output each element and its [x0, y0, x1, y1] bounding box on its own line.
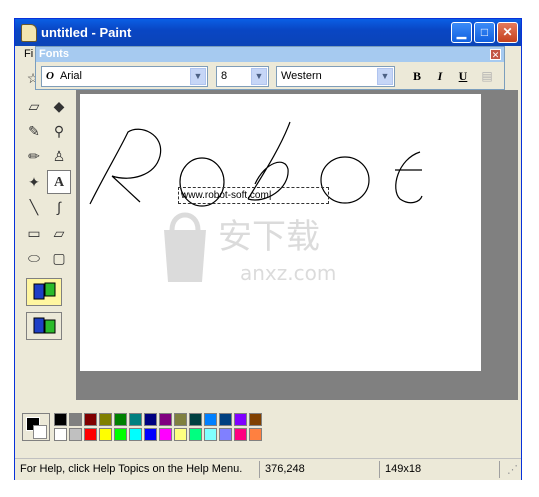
- rectangle-icon[interactable]: ▭: [22, 221, 46, 245]
- palette-color-swatch[interactable]: [249, 413, 262, 426]
- palette-color-swatch[interactable]: [189, 428, 202, 441]
- eraser-icon[interactable]: ▱: [22, 94, 46, 118]
- close-button[interactable]: ✕: [497, 22, 518, 43]
- watermark-logo: 安下载 anxz.com: [150, 200, 380, 290]
- opentype-icon: O: [46, 70, 54, 82]
- palette-color-swatch[interactable]: [189, 413, 202, 426]
- palette-color-swatch[interactable]: [219, 413, 232, 426]
- color-palette: [18, 409, 518, 455]
- fill-bucket-icon[interactable]: ◆: [47, 94, 71, 118]
- polygon-icon[interactable]: ▱: [47, 221, 71, 245]
- palette-color-swatch[interactable]: [204, 413, 217, 426]
- font-name-dropdown[interactable]: O Arial ▼: [41, 66, 208, 87]
- fonts-close-icon[interactable]: ✕: [490, 49, 501, 60]
- palette-color-swatch[interactable]: [219, 428, 232, 441]
- bold-button[interactable]: B: [408, 68, 426, 84]
- palette-color-swatch[interactable]: [174, 428, 187, 441]
- palette-color-swatch[interactable]: [54, 413, 67, 426]
- palette-color-swatch[interactable]: [234, 413, 247, 426]
- title-bar[interactable]: untitled - Paint ▁ □ ✕: [15, 19, 521, 46]
- fonts-toolbar-title-bar[interactable]: Fonts ✕: [36, 47, 504, 62]
- palette-color-swatch[interactable]: [174, 413, 187, 426]
- watermark-subtext: anxz.com: [240, 261, 336, 285]
- palette-color-swatch[interactable]: [204, 428, 217, 441]
- window-title: untitled - Paint: [41, 25, 132, 40]
- status-bar: For Help, click Help Topics on the Help …: [15, 458, 521, 480]
- palette-color-swatch[interactable]: [84, 413, 97, 426]
- palette-color-swatch[interactable]: [54, 428, 67, 441]
- current-colors: [22, 413, 50, 441]
- palette-color-swatch[interactable]: [84, 428, 97, 441]
- palette-color-swatch[interactable]: [159, 428, 172, 441]
- palette-color-swatch[interactable]: [69, 413, 82, 426]
- status-divider: [259, 461, 260, 478]
- palette-color-swatch[interactable]: [114, 413, 127, 426]
- chevron-down-icon[interactable]: ▼: [190, 68, 206, 85]
- status-help-text: For Help, click Help Topics on the Help …: [20, 463, 243, 475]
- italic-button[interactable]: I: [431, 68, 449, 84]
- font-size-dropdown[interactable]: 8 ▼: [216, 66, 269, 87]
- curve-icon[interactable]: ∫: [47, 195, 71, 219]
- chevron-down-icon[interactable]: ▼: [251, 68, 267, 85]
- palette-color-swatch[interactable]: [129, 413, 142, 426]
- pick-color-icon[interactable]: ✎: [22, 119, 46, 143]
- ellipse-icon[interactable]: ⬭: [22, 246, 46, 270]
- line-icon[interactable]: ╲: [22, 195, 46, 219]
- chevron-down-icon[interactable]: ▼: [377, 68, 393, 85]
- status-coordinates: 376,248: [265, 463, 305, 475]
- maximize-button[interactable]: □: [474, 22, 495, 43]
- palette-color-swatch[interactable]: [144, 413, 157, 426]
- menu-file[interactable]: Fi: [24, 48, 33, 60]
- palette-color-swatch[interactable]: [99, 413, 112, 426]
- resize-grip-icon[interactable]: ⋰: [507, 463, 518, 476]
- script-value: Western: [281, 70, 322, 82]
- pencil-icon[interactable]: ✏: [22, 144, 46, 168]
- background-color-swatch[interactable]: [33, 425, 47, 439]
- status-selection-size: 149x18: [385, 463, 422, 475]
- vertical-text-icon: ▤: [481, 69, 493, 83]
- palette-color-swatch[interactable]: [249, 428, 262, 441]
- palette-color-swatch[interactable]: [114, 428, 127, 441]
- status-divider: [499, 461, 500, 478]
- palette-color-swatch[interactable]: [99, 428, 112, 441]
- palette-color-swatch[interactable]: [69, 428, 82, 441]
- watermark-text: 安下载: [218, 217, 320, 257]
- script-dropdown[interactable]: Western ▼: [276, 66, 395, 87]
- text-tool-icon[interactable]: A: [47, 170, 71, 194]
- airbrush-icon[interactable]: ✦: [22, 170, 46, 194]
- fonts-toolbar-title: Fonts: [39, 48, 69, 60]
- underline-button[interactable]: U: [454, 68, 472, 84]
- tool-box: ☆ ▱ ◆ ✎ ⚲ ✏ ♙ ✦ A ╲ ∫ ▭ ▱ ⬭ ▢: [18, 64, 72, 399]
- status-divider: [379, 461, 380, 478]
- font-name-value: Arial: [59, 70, 82, 82]
- minimize-button[interactable]: ▁: [451, 22, 472, 43]
- font-size-value: 8: [221, 70, 228, 82]
- opaque-background-option-icon[interactable]: [26, 278, 62, 306]
- fonts-toolbar: Fonts ✕ O Arial ▼ 8 ▼ Western ▼ B I U ▤: [35, 46, 505, 90]
- brush-icon[interactable]: ♙: [47, 144, 71, 168]
- magnifier-icon[interactable]: ⚲: [47, 119, 71, 143]
- palette-color-swatch[interactable]: [234, 428, 247, 441]
- transparent-background-option-icon[interactable]: [26, 312, 62, 340]
- paint-app-icon: [21, 24, 37, 42]
- palette-color-swatch[interactable]: [159, 413, 172, 426]
- palette-color-swatch[interactable]: [129, 428, 142, 441]
- rounded-rectangle-icon[interactable]: ▢: [47, 246, 71, 270]
- palette-color-swatch[interactable]: [144, 428, 157, 441]
